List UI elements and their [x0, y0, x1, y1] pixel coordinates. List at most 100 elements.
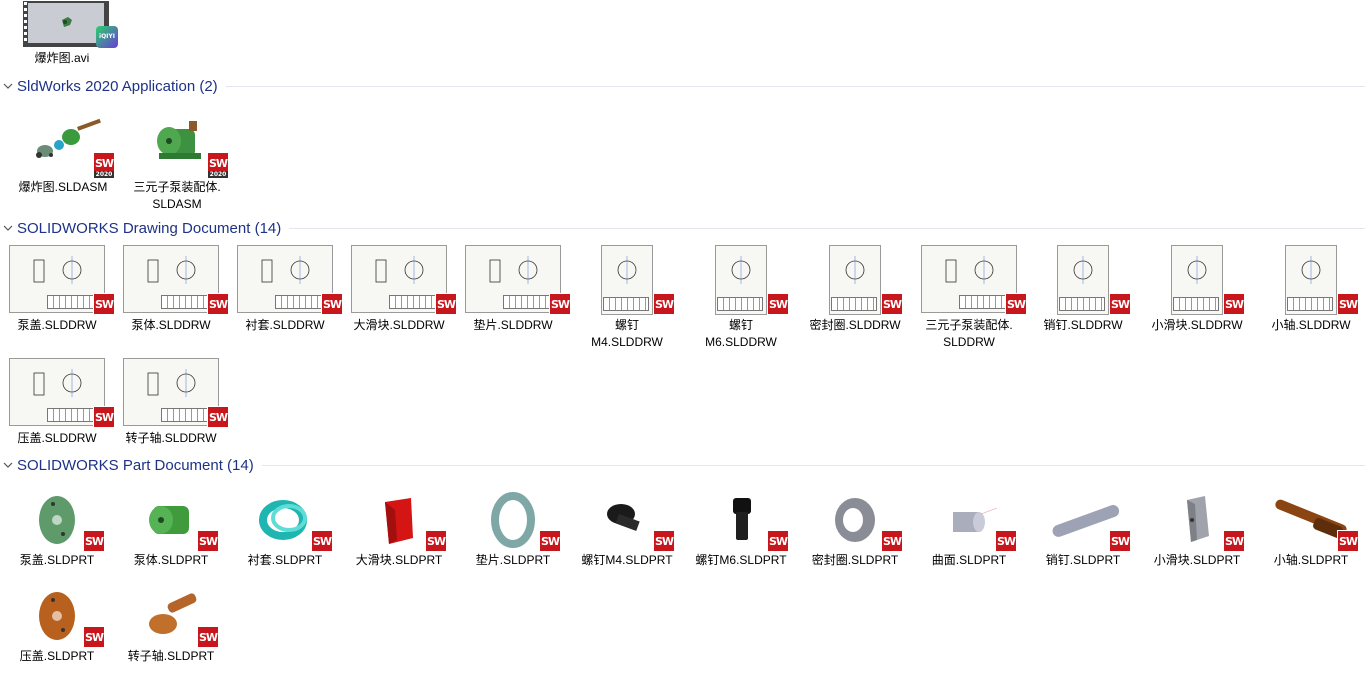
file-item-drawing[interactable]: SW 小轴.SLDDRW [1254, 245, 1368, 334]
file-item-app[interactable]: SW 2020 三元子泵装配体. SLDASM [120, 115, 234, 213]
drawing-sheet-icon [1057, 245, 1109, 315]
drawing-thumbnail: SW [1263, 245, 1359, 315]
badge-text: SW [1338, 298, 1358, 311]
file-item-part[interactable]: SW 衬套.SLDPRT [228, 488, 342, 569]
solidworks-badge-icon: SW [93, 406, 115, 428]
file-item-drawing[interactable]: SW 垫片.SLDDRW [456, 245, 571, 334]
file-item-drawing[interactable]: SW 螺钉 M6.SLDDRW [684, 245, 798, 351]
file-label: 爆炸图.avi [34, 51, 90, 65]
badge-text: SW [1224, 298, 1244, 311]
solidworks-badge-icon: SW [207, 293, 229, 315]
solidworks-badge-icon: SW [1109, 293, 1131, 315]
badge-text: SW [768, 298, 788, 311]
file-item-part[interactable]: SW 螺钉M6.SLDPRT [684, 488, 798, 569]
drawing-thumbnail: SW [9, 358, 115, 428]
title-block [831, 297, 877, 311]
part-thumbnail: SW [807, 488, 903, 552]
badge-year: 2020 [208, 171, 228, 178]
file-item-part[interactable]: SW 小滑块.SLDPRT [1140, 488, 1254, 569]
file-item-part[interactable]: SW 曲面.SLDPRT [912, 488, 1026, 569]
file-item-part[interactable]: SW 泵体.SLDPRT [114, 488, 228, 569]
solidworks-badge-icon: SW [93, 293, 115, 315]
chevron-down-icon[interactable] [3, 81, 13, 91]
solidworks-badge-icon: SW [321, 293, 343, 315]
solidworks-badge-icon: SW [1223, 530, 1245, 552]
title-block [1059, 297, 1105, 311]
file-item-part[interactable]: SW 垫片.SLDPRT [456, 488, 570, 569]
file-item-drawing[interactable]: SW 衬套.SLDDRW [228, 245, 343, 334]
group-title: SldWorks 2020 Application (2) [17, 77, 218, 95]
file-item-part[interactable]: SW 泵盖.SLDPRT [0, 488, 114, 569]
chevron-down-icon[interactable] [3, 460, 13, 470]
file-label: 曲面.SLDPRT [931, 553, 1007, 567]
solidworks-badge-icon: SW [653, 530, 675, 552]
badge-text: SW [94, 411, 114, 424]
drawing-sheet-icon [715, 245, 767, 315]
file-item-drawing[interactable]: SW 螺钉 M4.SLDDRW [570, 245, 684, 351]
file-label: 小滑块.SLDPRT [1153, 553, 1241, 567]
group-header-parts[interactable]: SOLIDWORKS Part Document (14) [0, 454, 1369, 476]
group-header-applications[interactable]: SldWorks 2020 Application (2) [0, 75, 1369, 97]
file-label: 密封圈.SLDPRT [811, 553, 899, 567]
group-title: SOLIDWORKS Part Document (14) [17, 456, 254, 474]
badge-text: SW [322, 298, 342, 311]
file-item-drawing[interactable]: SW 销钉.SLDDRW [1026, 245, 1140, 334]
drawing-views [147, 256, 196, 284]
drawing-thumbnail: SW [921, 245, 1027, 315]
drawing-sheet-icon [237, 245, 333, 313]
file-item-drawing[interactable]: SW 泵体.SLDDRW [114, 245, 229, 334]
solidworks-badge-icon: SW [653, 293, 675, 315]
drawing-sheet-icon [9, 358, 105, 426]
drawing-sheet-icon [9, 245, 105, 313]
badge-text: SW [540, 535, 560, 548]
file-item-part[interactable]: SW 转子轴.SLDPRT [114, 584, 228, 665]
solidworks-badge-icon: SW [83, 530, 105, 552]
drawing-sheet-icon [1285, 245, 1337, 315]
solidworks-badge-icon: SW [767, 530, 789, 552]
file-item-part[interactable]: SW 密封圈.SLDPRT [798, 488, 912, 569]
file-item-drawing[interactable]: SW 小滑块.SLDDRW [1140, 245, 1254, 334]
part-thumbnail: SW [579, 488, 675, 552]
drawing-thumbnail: SW [1149, 245, 1245, 315]
file-label: 泵体.SLDDRW [131, 318, 211, 332]
video-thumbnail: iQIYI [14, 0, 118, 48]
badge-text: SW [654, 535, 674, 548]
drawing-sheet-icon [829, 245, 881, 315]
part-thumbnail: SW [921, 488, 1017, 552]
file-label: 衬套.SLDDRW [245, 318, 325, 332]
file-item-drawing[interactable]: SW 密封圈.SLDDRW [798, 245, 912, 334]
badge-text: SW [84, 535, 104, 548]
title-block [1173, 297, 1219, 311]
badge-text: SW [768, 535, 788, 548]
file-label: 螺钉M4.SLDPRT [581, 553, 673, 567]
drawing-thumbnail: SW [807, 245, 903, 315]
file-item-part[interactable]: SW 压盖.SLDPRT [0, 584, 114, 665]
file-item-drawing[interactable]: SW 大滑块.SLDDRW [342, 245, 457, 334]
chevron-down-icon[interactable] [3, 223, 13, 233]
file-item-drawing[interactable]: SW 三元子泵装配体. SLDDRW [912, 245, 1027, 351]
part-thumbnail: SW [351, 488, 447, 552]
file-label: 压盖.SLDPRT [19, 649, 95, 663]
file-item-app[interactable]: SW 2020 爆炸图.SLDASM [6, 115, 120, 196]
file-item-part[interactable]: SW 螺钉M4.SLDPRT [570, 488, 684, 569]
badge-text: SW [208, 411, 228, 424]
group-header-drawings[interactable]: SOLIDWORKS Drawing Document (14) [0, 217, 1369, 239]
drawing-views [617, 256, 637, 284]
file-item-part[interactable]: SW 小轴.SLDPRT [1254, 488, 1368, 569]
file-item-video[interactable]: iQIYI 爆炸图.avi [5, 0, 119, 67]
file-item-drawing[interactable]: SW 转子轴.SLDDRW [114, 358, 229, 447]
file-item-part[interactable]: SW 大滑块.SLDPRT [342, 488, 456, 569]
badge-text: SW [1110, 535, 1130, 548]
badge-text: SW [426, 535, 446, 548]
badge-text: SW [1338, 535, 1358, 548]
solidworks-badge-icon: SW [435, 293, 457, 315]
drawing-views [731, 256, 751, 284]
group-divider [261, 464, 1365, 466]
file-item-drawing[interactable]: SW 压盖.SLDDRW [0, 358, 115, 447]
badge-year: 2020 [94, 171, 114, 178]
drawing-views [1187, 256, 1207, 284]
file-item-drawing[interactable]: SW 泵盖.SLDDRW [0, 245, 115, 334]
drawing-views [375, 256, 424, 284]
iqiyi-badge-text: iQIYI [99, 33, 115, 40]
file-item-part[interactable]: SW 销钉.SLDPRT [1026, 488, 1140, 569]
